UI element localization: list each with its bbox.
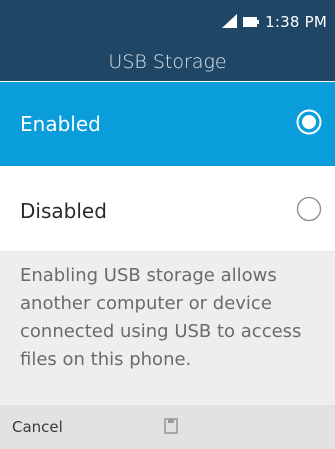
page-title: USB Storage	[0, 42, 335, 81]
cancel-softkey[interactable]: Cancel	[12, 418, 63, 436]
option-disabled[interactable]: Disabled	[0, 169, 335, 253]
status-bar: 1:38 PM	[0, 0, 335, 42]
save-icon[interactable]	[164, 418, 178, 438]
status-time: 1:38 PM	[265, 13, 327, 31]
battery-icon	[243, 13, 260, 32]
radio-unselected-icon[interactable]	[295, 195, 323, 228]
info-text: Enabling USB storage allows another comp…	[0, 252, 335, 405]
softkey-bar: Cancel	[0, 405, 335, 449]
radio-selected-icon[interactable]	[295, 108, 323, 141]
status-icons: 1:38 PM	[222, 12, 327, 32]
option-enabled[interactable]: Enabled	[0, 82, 335, 166]
option-disabled-label: Disabled	[20, 199, 107, 223]
signal-icon	[222, 13, 238, 32]
option-enabled-label: Enabled	[20, 112, 101, 136]
